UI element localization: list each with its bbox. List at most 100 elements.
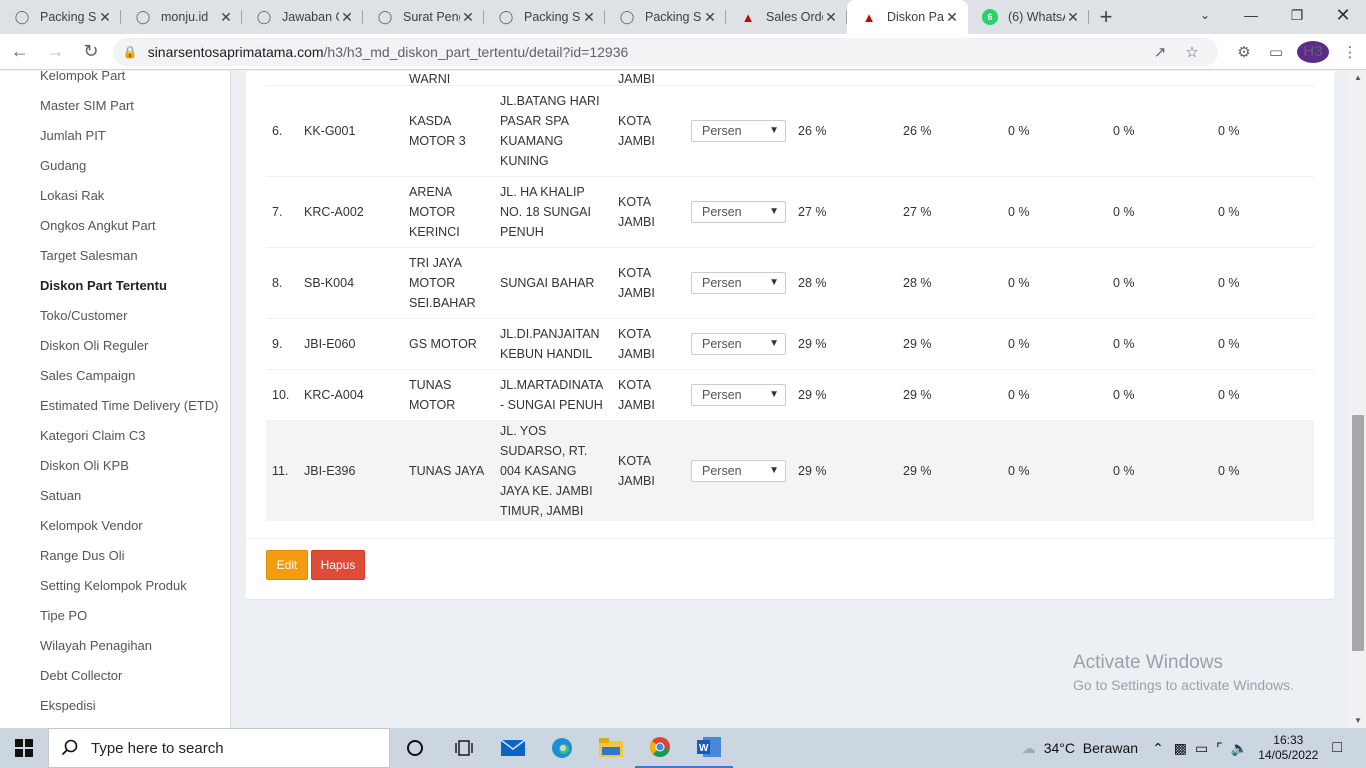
sidebar-item[interactable]: Diskon Oli Reguler <box>40 338 148 353</box>
forward-button[interactable]: → <box>40 36 72 68</box>
discount-value-1: 28 % <box>792 247 897 319</box>
page-scrollbar[interactable]: ▲ ▼ <box>1350 71 1366 728</box>
customer-address: JL.MARTADINATA - SUNGAI PENUH <box>494 369 612 421</box>
tab-search-icon[interactable]: ⌄ <box>1182 0 1228 30</box>
sidebar-item[interactable]: Kelompok Part <box>40 71 125 83</box>
tab-close-icon[interactable]: ✕ <box>944 9 960 26</box>
sidebar-item[interactable]: Debt Collector <box>40 668 122 683</box>
discount-value-3: 0 % <box>1002 85 1107 177</box>
scroll-up-arrow-icon[interactable]: ▲ <box>1350 71 1366 85</box>
clock[interactable]: 16:33 14/05/2022 <box>1258 733 1318 763</box>
tab-close-icon[interactable]: ✕ <box>823 9 839 26</box>
word-icon[interactable]: W <box>684 728 733 768</box>
network-device-icon[interactable]: ▩ <box>1174 740 1187 757</box>
browser-tab[interactable]: ◯ Jawaban C ✕ <box>242 0 363 34</box>
maximize-button[interactable]: ❐ <box>1274 0 1320 30</box>
customer-address: JL.BATANG HARI PASAR SPA KUAMANG KUNING <box>494 85 612 177</box>
browser-tab[interactable]: ◯ Packing Sh ✕ <box>484 0 605 34</box>
sidebar-item[interactable]: Target Salesman <box>40 248 138 263</box>
browser-tab[interactable]: ▲ Diskon Par ✕ <box>847 0 968 34</box>
sidebar-item[interactable]: Tipe PO <box>40 608 87 623</box>
taskbar-search-box[interactable]: Type here to search <box>48 728 390 768</box>
discount-type-select[interactable]: Persen ▼ <box>691 120 786 142</box>
sidebar-item[interactable]: Wilayah Penagihan <box>40 638 152 653</box>
sidebar-item[interactable]: Lokasi Rak <box>40 188 104 203</box>
close-window-button[interactable]: ✕ <box>1320 0 1366 30</box>
delete-button[interactable]: Hapus <box>311 550 365 580</box>
weather-text[interactable]: 34°C Berawan <box>1044 740 1138 756</box>
new-tab-button[interactable]: + <box>1089 0 1123 34</box>
chrome-icon[interactable] <box>635 728 684 768</box>
menu-icon[interactable]: ⋮ <box>1334 43 1366 61</box>
browser-tab[interactable]: ◯ Packing Sh ✕ <box>605 0 726 34</box>
reload-button[interactable]: ↻ <box>75 36 107 68</box>
battery-icon[interactable]: ▭ <box>1195 740 1208 757</box>
sidebar-item[interactable]: Ongkos Angkut Part <box>40 218 156 233</box>
sidebar-item[interactable]: Master SIM Part <box>40 98 134 113</box>
sidebar-item[interactable]: Estimated Time Delivery (ETD) <box>40 398 218 413</box>
discount-value-2: 29 % <box>897 318 1002 370</box>
back-button[interactable]: ← <box>4 36 36 68</box>
share-icon[interactable]: ↗ <box>1144 43 1176 61</box>
sidebar-item[interactable]: Sales Campaign <box>40 368 135 383</box>
discount-type-select[interactable]: Persen ▼ <box>691 333 786 355</box>
omnibox[interactable]: 🔒 sinarsentosaprimatama.com/h3/h3_md_dis… <box>112 37 1219 66</box>
minimize-button[interactable]: — <box>1228 0 1274 30</box>
tab-close-icon[interactable]: ✕ <box>1065 9 1081 26</box>
url-text[interactable]: sinarsentosaprimatama.com/h3/h3_md_disko… <box>148 44 1144 60</box>
chevron-up-icon[interactable]: ⌃ <box>1152 740 1164 757</box>
browser-tab[interactable]: ◯ Packing Sh ✕ <box>0 0 121 34</box>
wifi-icon[interactable]: ⌜ <box>1216 740 1223 757</box>
weather-cloud-icon[interactable]: ☁ <box>1022 740 1036 757</box>
sidebar-item[interactable]: Ekspedisi <box>40 698 96 713</box>
volume-muted-icon[interactable]: 🔈 <box>1231 740 1248 757</box>
side-panel-icon[interactable]: ▭ <box>1260 43 1292 61</box>
discount-value-3: 0 % <box>1002 369 1107 421</box>
sidebar-item[interactable]: Jumlah PIT <box>40 128 106 143</box>
discount-type-select[interactable]: Persen ▼ <box>691 272 786 294</box>
discount-type-select[interactable]: Persen ▼ <box>691 384 786 406</box>
tab-close-icon[interactable]: ✕ <box>218 9 234 26</box>
browser-tab[interactable]: ◯ monju.id ✕ <box>121 0 242 34</box>
extensions-icon[interactable]: ⚙ <box>1228 43 1260 61</box>
scroll-down-arrow-icon[interactable]: ▼ <box>1350 714 1366 728</box>
discount-type-select[interactable]: Persen ▼ <box>691 460 786 482</box>
scroll-thumb[interactable] <box>1352 415 1364 651</box>
browser-tab[interactable]: ▲ Sales Orde ✕ <box>726 0 847 34</box>
profile-avatar[interactable]: H3 <box>1297 40 1330 63</box>
sidebar-item[interactable]: Range Dus Oli <box>40 548 125 563</box>
tab-close-icon[interactable]: ✕ <box>97 9 113 26</box>
sidebar-item[interactable]: Satuan <box>40 488 81 503</box>
edit-button[interactable]: Edit <box>266 550 308 580</box>
tab-close-icon[interactable]: ✕ <box>460 9 476 26</box>
tab-close-icon[interactable]: ✕ <box>339 9 355 26</box>
discount-value-2: 29 % <box>897 369 1002 421</box>
sidebar-item[interactable]: Gudang <box>40 158 86 173</box>
discount-value-4: 0 % <box>1107 420 1212 521</box>
tab-close-icon[interactable]: ✕ <box>702 9 718 26</box>
sidebar-item[interactable]: Kategori Claim C3 <box>40 428 146 443</box>
lock-icon[interactable]: 🔒 <box>123 45 138 59</box>
sidebar-item[interactable]: Diskon Oli KPB <box>40 458 129 473</box>
discount-value-3: 0 % <box>1002 420 1107 521</box>
bookmark-star-icon[interactable]: ☆ <box>1176 43 1208 61</box>
sidebar-item[interactable]: Setting Kelompok Produk <box>40 578 187 593</box>
sidebar-item[interactable]: Toko/Customer <box>40 308 127 323</box>
mail-icon[interactable] <box>488 728 537 768</box>
discount-value-4: 0 % <box>1107 369 1212 421</box>
task-view-icon[interactable] <box>439 728 488 768</box>
toolbar-icons: ⚙ ▭ H3 ⋮ <box>1228 40 1366 63</box>
tab-close-icon[interactable]: ✕ <box>581 9 597 26</box>
discount-value-5: 0 % <box>1212 369 1314 421</box>
notifications-icon[interactable]: □ <box>1332 739 1342 757</box>
edge-browser-icon[interactable] <box>537 728 586 768</box>
browser-tab[interactable]: 6 (6) WhatsA ✕ <box>968 0 1089 34</box>
browser-tabstrip: ◯ Packing Sh ✕ ◯ monju.id ✕ ◯ Jawaban C ✕ ◯ Surat … <box>0 0 1366 34</box>
discount-type-select[interactable]: Persen ▼ <box>691 201 786 223</box>
browser-tab[interactable]: ◯ Surat Peng ✕ <box>363 0 484 34</box>
cortana-icon[interactable] <box>390 728 439 768</box>
sidebar-item[interactable]: Diskon Part Tertentu <box>40 278 167 293</box>
start-button[interactable] <box>0 728 48 768</box>
sidebar-item[interactable]: Kelompok Vendor <box>40 518 143 533</box>
file-explorer-icon[interactable] <box>586 728 635 768</box>
